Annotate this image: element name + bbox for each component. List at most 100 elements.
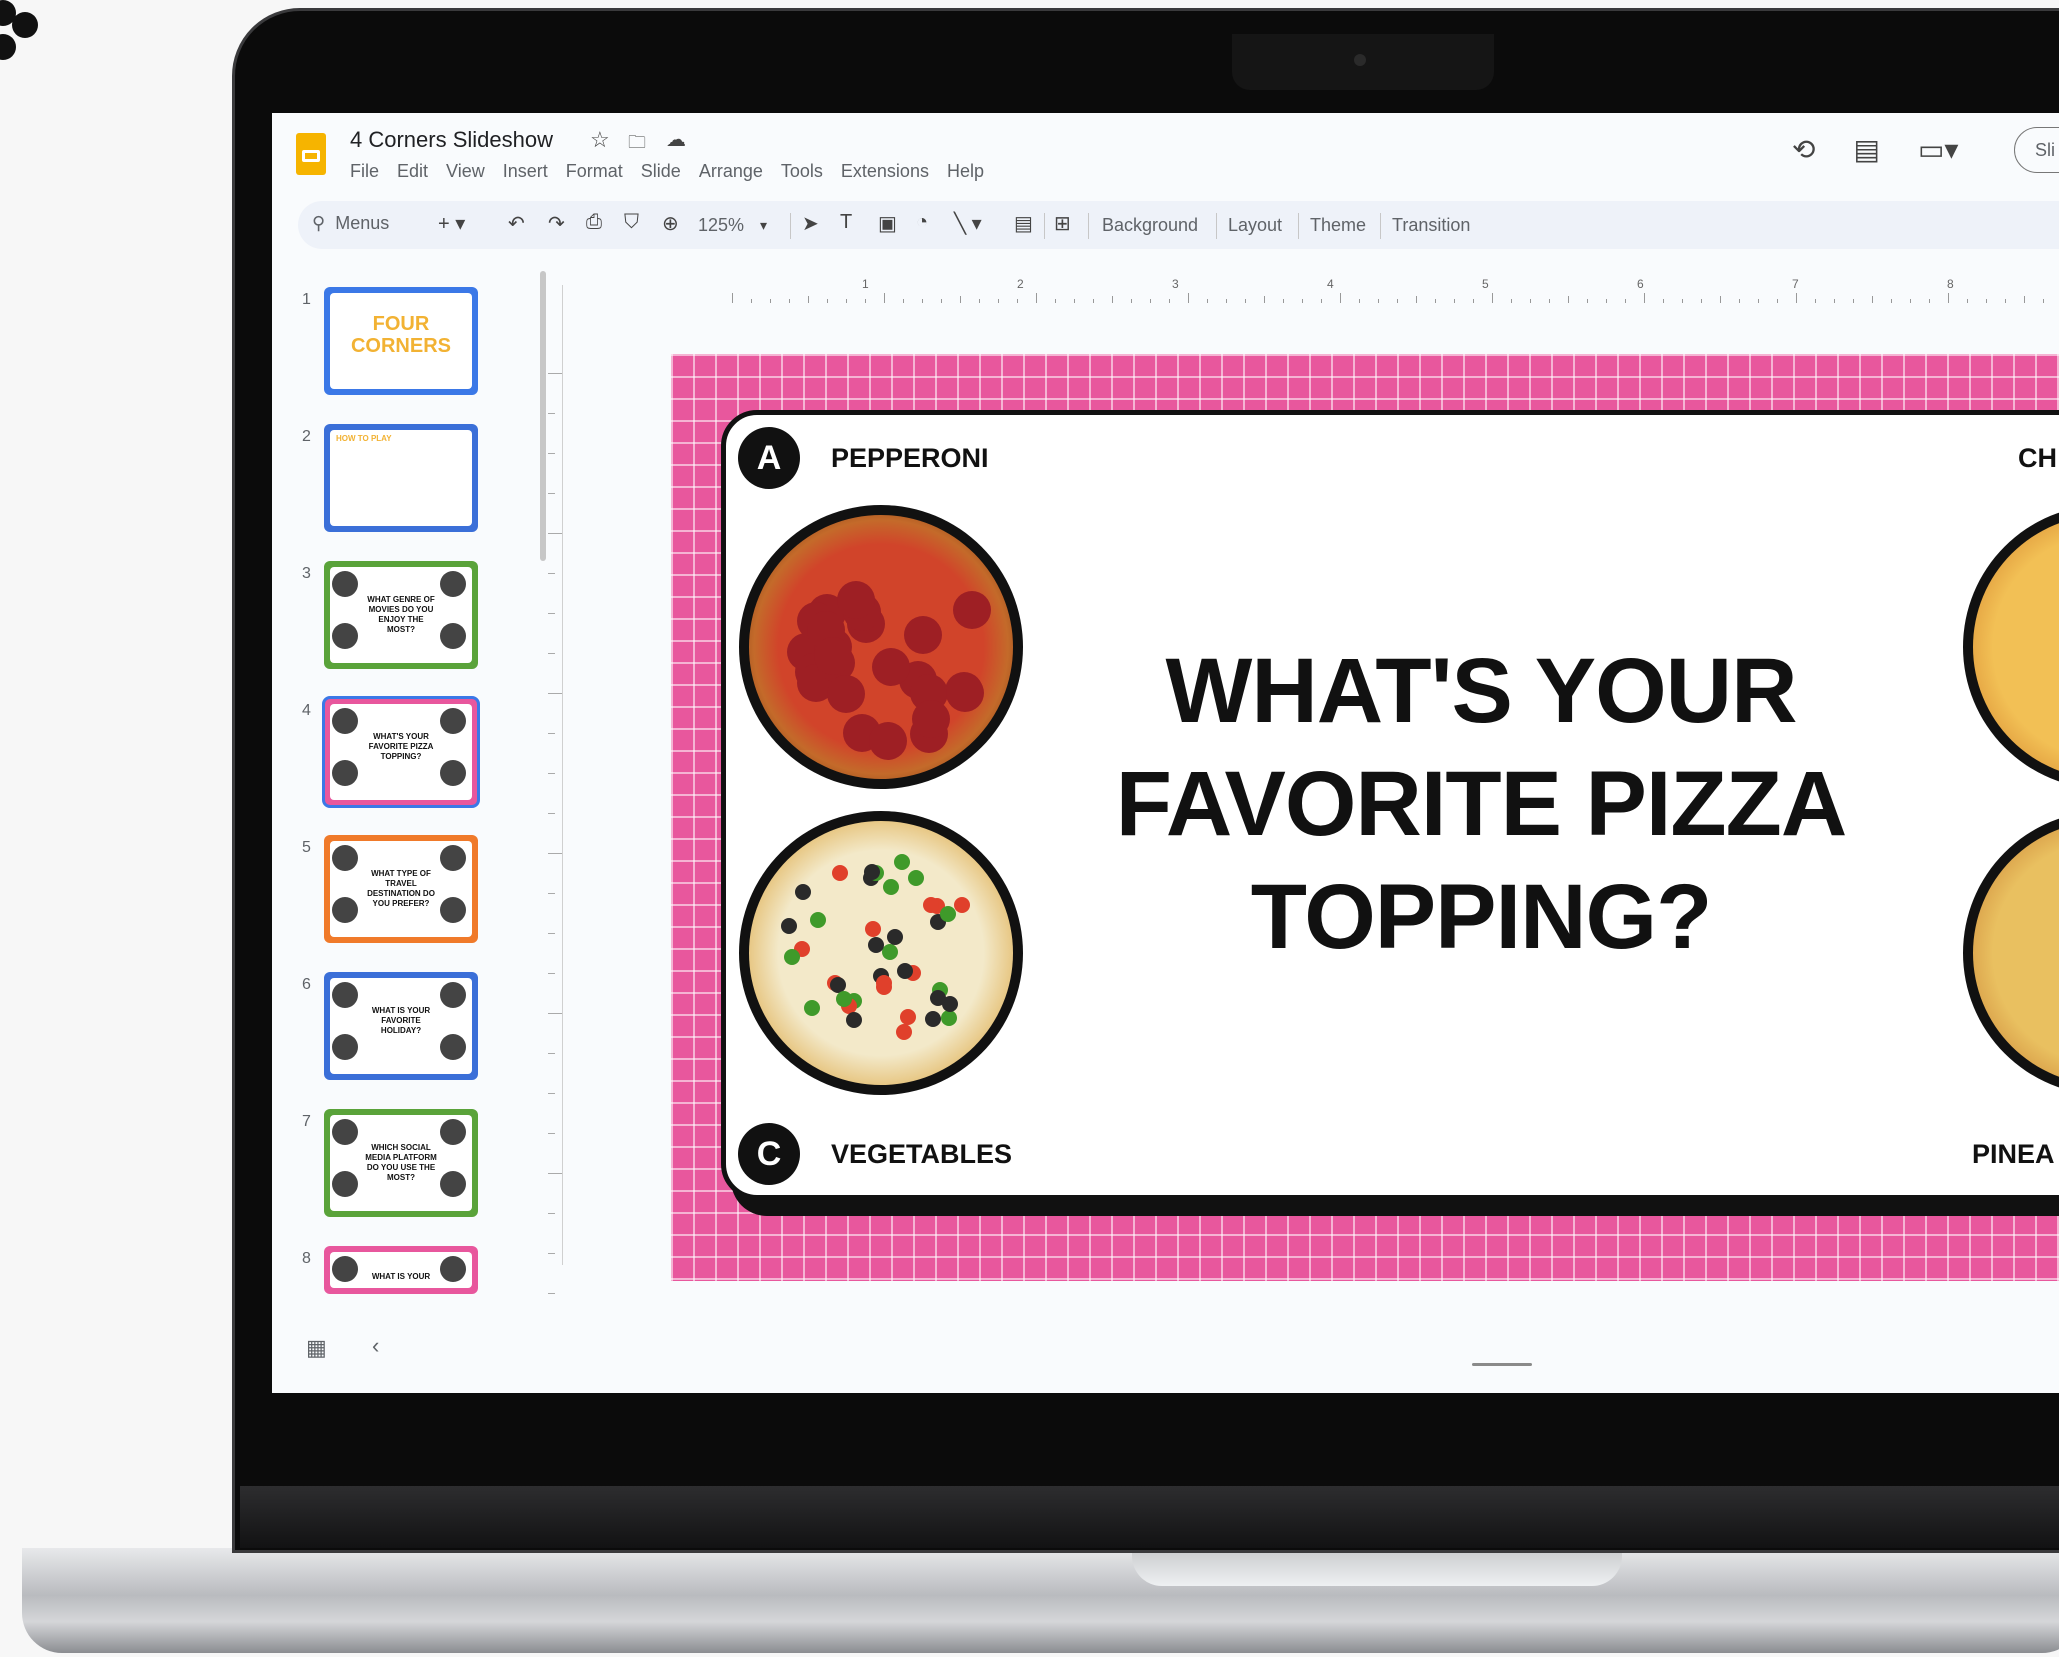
- vruler-tick: [548, 1253, 555, 1254]
- new-slide-icon[interactable]: + ▾: [438, 211, 465, 236]
- ruler-number: 1: [862, 277, 869, 291]
- pizza-topping: [899, 1008, 916, 1025]
- pizza-topping: [863, 863, 880, 880]
- vruler-tick: [548, 653, 555, 654]
- zoom-select[interactable]: 125%: [698, 215, 744, 236]
- background-button[interactable]: Background: [1102, 215, 1198, 236]
- chevron-left-icon[interactable]: ‹: [372, 1333, 379, 1359]
- theme-button[interactable]: Theme: [1310, 215, 1366, 236]
- comment-icon[interactable]: ▤: [1853, 133, 1879, 166]
- pizza-topping: [872, 648, 910, 686]
- thumbnail-photo: [440, 760, 466, 786]
- pizza-topping: [924, 1010, 941, 1027]
- slide-thumbnail[interactable]: WHAT GENRE OF MOVIES DO YOU ENJOY THE MO…: [324, 561, 478, 669]
- slide-canvas[interactable]: A PEPPERONI CH C VEGETABLES PINEA WHAT'S…: [671, 354, 2059, 1281]
- menu-insert[interactable]: Insert: [503, 161, 548, 182]
- video-icon[interactable]: ▤: [1014, 211, 1033, 236]
- comment-add-icon[interactable]: ⊞: [1054, 211, 1071, 236]
- ruler-tick: [1986, 299, 1987, 303]
- menu-help[interactable]: Help: [947, 161, 984, 182]
- thumbnail-photo: [440, 897, 466, 923]
- webcam: [1354, 54, 1366, 66]
- pepperoni-pizza-image: [739, 505, 1023, 789]
- vruler-tick: [548, 493, 555, 494]
- ruler-tick: [1112, 296, 1113, 303]
- ruler-number: 3: [1172, 277, 1179, 291]
- slide-thumbnail[interactable]: HOW TO PLAY: [324, 424, 478, 532]
- layout-button[interactable]: Layout: [1228, 215, 1282, 236]
- print-icon[interactable]: ⎙: [586, 211, 602, 234]
- grid-view-icon[interactable]: ▦: [306, 1335, 327, 1361]
- slide-thumbnail[interactable]: WHICH SOCIAL MEDIA PLATFORM DO YOU USE T…: [324, 1109, 478, 1217]
- slide-thumbnail[interactable]: WHAT'S YOUR FAVORITE PIZZA TOPPING?: [322, 696, 480, 808]
- history-icon[interactable]: ⟲: [1792, 133, 1815, 166]
- pizza-topping: [903, 616, 942, 655]
- cheese-pizza-image: [1963, 505, 2059, 789]
- redo-icon[interactable]: ↷: [548, 211, 565, 236]
- thumbnail-title: FOUR CORNERS: [350, 313, 451, 357]
- menu-view[interactable]: View: [446, 161, 485, 182]
- slide-thumbnail[interactable]: WHAT IS YOUR FAVORITE HOLIDAY?: [324, 972, 478, 1080]
- vertical-ruler: [562, 285, 563, 1265]
- line-icon[interactable]: ╲ ▾: [954, 211, 982, 236]
- vruler-tick: [548, 1173, 562, 1174]
- paint-format-icon[interactable]: ⛉: [624, 211, 639, 234]
- ruler-tick: [789, 299, 790, 303]
- menu-arrange[interactable]: Arrange: [699, 161, 763, 182]
- cloud-icon[interactable]: ☁: [666, 127, 686, 152]
- laptop-base: [22, 1548, 2059, 1653]
- document-title[interactable]: 4 Corners Slideshow: [350, 127, 553, 153]
- menu-file[interactable]: File: [350, 161, 379, 182]
- speaker-notes-handle[interactable]: [1472, 1363, 1532, 1366]
- ruler-tick: [1093, 299, 1094, 303]
- transition-button[interactable]: Transition: [1392, 215, 1470, 236]
- slide-thumbnail[interactable]: WHAT TYPE OF TRAVEL DESTINATION DO YOU P…: [324, 835, 478, 943]
- slideshow-button[interactable]: Sli: [2014, 127, 2059, 173]
- ruler-tick: [865, 299, 866, 303]
- camera-icon[interactable]: ▭▾: [1918, 133, 1959, 166]
- image-icon[interactable]: ▣: [878, 211, 897, 236]
- option-a-badge: A: [738, 427, 800, 489]
- slide-thumbnail[interactable]: WHAT IS YOUR: [324, 1246, 478, 1294]
- zoom-dropdown-icon[interactable]: ▾: [760, 217, 767, 234]
- shapes-icon[interactable]: ◔: [916, 211, 928, 234]
- thumbnail-photo: [440, 1119, 466, 1145]
- zoom-icon[interactable]: ⊕: [662, 211, 679, 236]
- ruler-tick: [1074, 299, 1075, 303]
- ruler-tick: [1568, 296, 1569, 303]
- ruler-tick: [846, 299, 847, 303]
- menu-extensions[interactable]: Extensions: [841, 161, 929, 182]
- menu-slide[interactable]: Slide: [641, 161, 681, 182]
- star-icon[interactable]: ☆: [590, 127, 610, 153]
- undo-icon[interactable]: ↶: [508, 211, 525, 236]
- menu-edit[interactable]: Edit: [397, 161, 428, 182]
- ruler-tick: [1340, 293, 1341, 303]
- slides-logo-icon[interactable]: [296, 133, 326, 175]
- vruler-tick: [548, 1133, 555, 1134]
- toolbar-divider: [1088, 213, 1089, 239]
- ruler-tick: [1264, 296, 1265, 303]
- folder-icon[interactable]: 🗀: [628, 130, 646, 160]
- ruler-tick: [2024, 296, 2025, 303]
- ruler-tick: [903, 299, 904, 303]
- cursor-icon[interactable]: ➤: [802, 211, 819, 236]
- textbox-icon[interactable]: T: [840, 211, 852, 234]
- pizza-topping: [868, 721, 907, 760]
- ruler-number: 8: [1947, 277, 1954, 291]
- toolbar-divider: [1380, 213, 1381, 239]
- pizza-topping: [896, 1023, 913, 1040]
- ruler-tick: [1378, 299, 1379, 303]
- search-menus[interactable]: ⚲ Menus: [312, 213, 389, 234]
- header-actions: ⟲ ▤ ▭▾: [1792, 133, 1958, 166]
- menu-format[interactable]: Format: [566, 161, 623, 182]
- pizza-topping: [809, 911, 826, 928]
- slide-thumbnail[interactable]: FOUR CORNERS: [324, 287, 478, 395]
- filmstrip-scrollbar[interactable]: [540, 271, 546, 561]
- option-b-label: CH: [2018, 443, 2057, 473]
- menu-tools[interactable]: Tools: [781, 161, 823, 182]
- vruler-tick: [548, 413, 555, 414]
- vruler-tick: [548, 853, 562, 854]
- thumbnail-card: [330, 430, 472, 526]
- vruler-tick: [548, 973, 555, 974]
- thumbnail-photo: [332, 1034, 358, 1060]
